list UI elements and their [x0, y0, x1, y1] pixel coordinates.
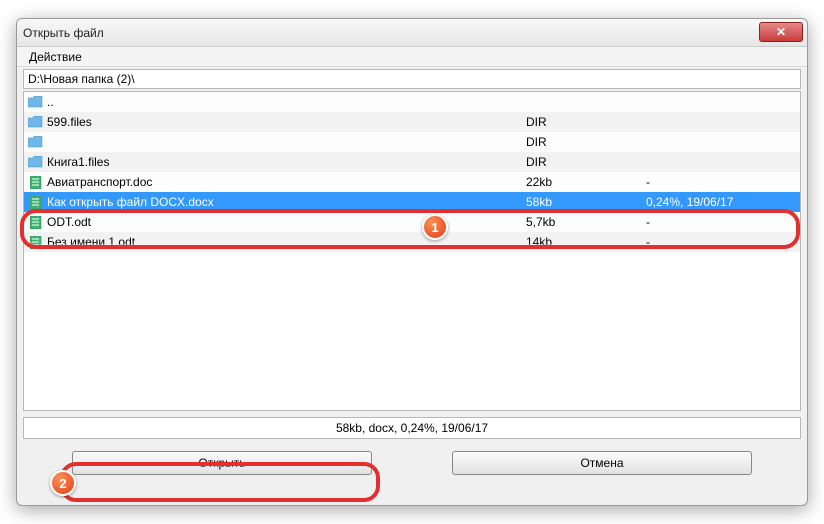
document-icon [28, 216, 43, 229]
file-name: .. [47, 95, 526, 109]
document-icon [28, 196, 43, 209]
file-list[interactable]: ..599.filesDIRDIRКнига1.filesDIRАвиатран… [23, 91, 801, 411]
close-icon: ✕ [776, 25, 786, 39]
file-size: DIR [526, 115, 646, 129]
titlebar: Открыть файл ✕ [17, 19, 807, 47]
file-row[interactable]: 599.filesDIR [24, 112, 800, 132]
menu-action[interactable]: Действие [23, 49, 88, 65]
file-name: Книга1.files [47, 155, 526, 169]
file-row[interactable]: .. [24, 92, 800, 112]
file-name: Как открыть файл DOCX.docx [47, 195, 526, 209]
file-row[interactable]: Авиатранспорт.doc22kb- [24, 172, 800, 192]
file-row[interactable]: Как открыть файл DOCX.docx58kb0,24%, 19/… [24, 192, 800, 212]
close-button[interactable]: ✕ [759, 22, 803, 42]
folder-icon [28, 116, 43, 129]
file-name: Без имени 1.odt [47, 235, 526, 249]
file-row[interactable]: Без имени 1.odt14kb- [24, 232, 800, 252]
file-name: Авиатранспорт.doc [47, 175, 526, 189]
open-button[interactable]: Открыть [72, 451, 372, 475]
path-input[interactable]: D:\Новая папка (2)\ [23, 69, 801, 89]
menubar: Действие [17, 47, 807, 67]
window-title: Открыть файл [23, 26, 104, 40]
document-icon [28, 236, 43, 249]
file-size: DIR [526, 135, 646, 149]
file-size: 22kb [526, 175, 646, 189]
file-size: DIR [526, 155, 646, 169]
folder-icon [28, 136, 43, 149]
file-date: - [646, 175, 796, 189]
button-row: Открыть Отмена [17, 439, 807, 485]
file-date: - [646, 235, 796, 249]
folder-icon [28, 156, 43, 169]
file-size: 5,7kb [526, 215, 646, 229]
path-text: D:\Новая папка (2)\ [28, 72, 135, 86]
status-text: 58kb, docx, 0,24%, 19/06/17 [336, 421, 488, 435]
file-size: 14kb [526, 235, 646, 249]
file-size: 58kb [526, 195, 646, 209]
dialog-window: Открыть файл ✕ Действие D:\Новая папка (… [16, 18, 808, 506]
file-row[interactable]: ODT.odt5,7kb- [24, 212, 800, 232]
file-row[interactable]: DIR [24, 132, 800, 152]
file-name: ODT.odt [47, 215, 526, 229]
cancel-button[interactable]: Отмена [452, 451, 752, 475]
file-date: - [646, 215, 796, 229]
file-row[interactable]: Книга1.filesDIR [24, 152, 800, 172]
cancel-button-label: Отмена [580, 456, 623, 470]
file-name: 599.files [47, 115, 526, 129]
file-date: 0,24%, 19/06/17 [646, 195, 796, 209]
folder-icon [28, 96, 43, 109]
open-button-label: Открыть [198, 456, 245, 470]
document-icon [28, 176, 43, 189]
status-bar: 58kb, docx, 0,24%, 19/06/17 [23, 417, 801, 439]
